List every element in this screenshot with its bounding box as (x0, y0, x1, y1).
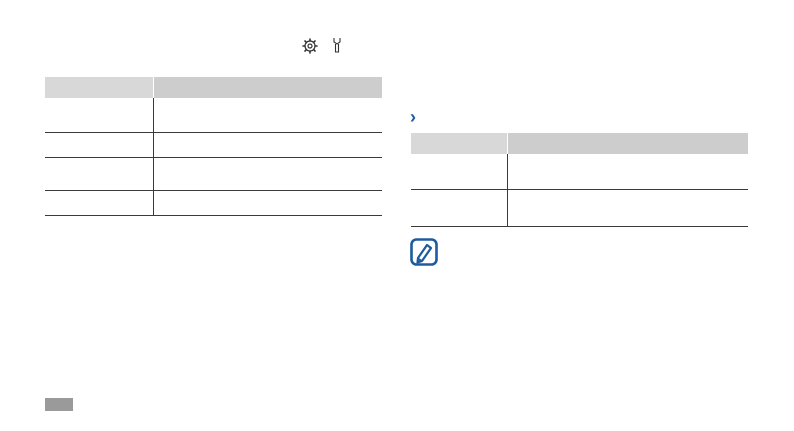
chevron-right-icon: › (410, 107, 416, 127)
table-row (45, 157, 382, 191)
table-header-cell (507, 133, 748, 154)
table-row (411, 154, 748, 190)
table-cell (45, 157, 154, 191)
table-cell (45, 190, 154, 216)
table-cell (45, 132, 154, 158)
table-cell (153, 132, 382, 158)
table-header-row (411, 133, 748, 154)
note-pencil-icon (410, 238, 438, 266)
table-cell (45, 98, 154, 133)
wrench-icon (331, 37, 343, 54)
table-row (45, 132, 382, 158)
table-row (411, 189, 748, 227)
table-cell (153, 157, 382, 191)
table-header-cell (153, 77, 382, 98)
table-header-cell (411, 133, 508, 154)
table-cell (411, 189, 508, 227)
table-row (45, 190, 382, 216)
settings-gear-icon (302, 38, 318, 54)
left-table (45, 77, 382, 216)
table-cell (507, 154, 748, 190)
page-number-tab (45, 398, 73, 411)
table-cell (153, 98, 382, 133)
table-cell (153, 190, 382, 216)
table-row (45, 98, 382, 133)
table-cell (411, 154, 508, 190)
table-cell (507, 189, 748, 227)
table-header-cell (45, 77, 154, 98)
right-table (411, 133, 748, 227)
table-header-row (45, 77, 382, 98)
